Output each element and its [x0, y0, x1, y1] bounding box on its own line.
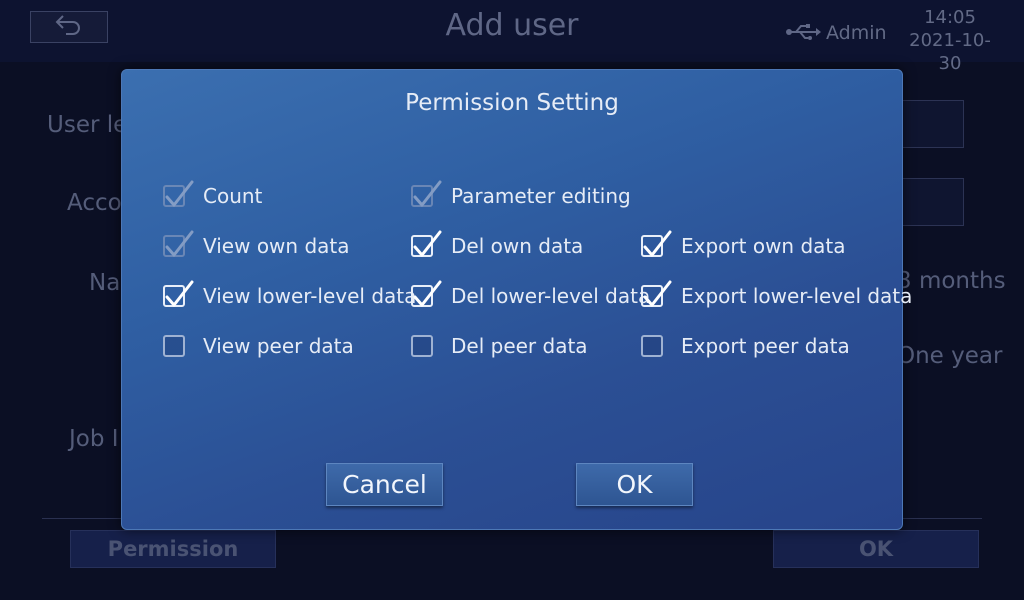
top-bar: Add user Admin 14:05 2021-10-30 — [0, 0, 1024, 74]
validity-one-year[interactable]: One year — [897, 343, 1002, 369]
save-ok-button[interactable]: OK — [773, 530, 979, 568]
perm-del-peer-data[interactable]: Del peer data — [411, 331, 588, 361]
checkbox-view-lower-level-data[interactable] — [163, 280, 194, 307]
job-label: Job I — [69, 426, 119, 452]
cancel-button[interactable]: Cancel — [326, 463, 443, 506]
checkmark-icon — [413, 230, 442, 257]
user-level-label: User le — [47, 112, 128, 138]
checkmark-icon — [165, 280, 194, 307]
checkmark-icon — [413, 280, 442, 307]
checkmark-icon — [413, 180, 442, 207]
perm-label: Export lower-level data — [681, 284, 913, 308]
perm-view-own-data[interactable]: View own data — [163, 230, 350, 261]
perm-view-lower-level-data[interactable]: View lower-level data — [163, 280, 417, 311]
checkbox-export-own-data[interactable] — [641, 230, 672, 257]
perm-label: Parameter editing — [451, 184, 631, 208]
validity-3-months[interactable]: 3 months — [897, 268, 1006, 294]
perm-label: Del peer data — [451, 334, 588, 358]
checkmark-icon — [643, 280, 672, 307]
perm-label: Export own data — [681, 234, 846, 258]
perm-label: Del own data — [451, 234, 584, 258]
perm-label: Del lower-level data — [451, 284, 651, 308]
dialog-title: Permission Setting — [405, 90, 619, 116]
checkbox-export-lower-level-data[interactable] — [641, 280, 672, 307]
clock: 14:05 2021-10-30 — [900, 6, 1000, 75]
account-label: Acco — [67, 190, 122, 216]
checkmark-icon — [165, 230, 194, 257]
name-label: Na — [89, 270, 121, 296]
permission-setting-dialog: Permission Setting Count Parameter editi… — [121, 69, 912, 530]
perm-del-own-data[interactable]: Del own data — [411, 230, 584, 261]
perm-count[interactable]: Count — [163, 180, 263, 211]
checkmark-icon — [165, 180, 194, 207]
permission-button[interactable]: Permission — [70, 530, 276, 568]
checkbox-view-own-data[interactable] — [163, 230, 194, 257]
perm-label: View peer data — [203, 334, 354, 358]
perm-label: View lower-level data — [203, 284, 417, 308]
usb-icon — [786, 22, 822, 46]
perm-view-peer-data[interactable]: View peer data — [163, 331, 354, 361]
perm-del-lower-level-data[interactable]: Del lower-level data — [411, 280, 651, 311]
checkbox-export-peer-data[interactable] — [641, 335, 663, 357]
time: 14:05 — [924, 7, 976, 28]
perm-export-own-data[interactable]: Export own data — [641, 230, 846, 261]
checkbox-del-own-data[interactable] — [411, 230, 442, 257]
checkbox-parameter-editing[interactable] — [411, 180, 442, 207]
checkbox-del-peer-data[interactable] — [411, 335, 433, 357]
checkbox-view-peer-data[interactable] — [163, 335, 185, 357]
date: 2021-10-30 — [909, 30, 991, 74]
perm-label: Export peer data — [681, 334, 850, 358]
perm-parameter-editing[interactable]: Parameter editing — [411, 180, 631, 211]
perm-label: Count — [203, 184, 263, 208]
ok-button[interactable]: OK — [576, 463, 693, 506]
perm-export-peer-data[interactable]: Export peer data — [641, 331, 850, 361]
checkbox-count[interactable] — [163, 180, 194, 207]
checkbox-del-lower-level-data[interactable] — [411, 280, 442, 307]
perm-export-lower-level-data[interactable]: Export lower-level data — [641, 280, 913, 311]
perm-label: View own data — [203, 234, 350, 258]
checkmark-icon — [643, 230, 672, 257]
current-user: Admin — [826, 22, 887, 44]
